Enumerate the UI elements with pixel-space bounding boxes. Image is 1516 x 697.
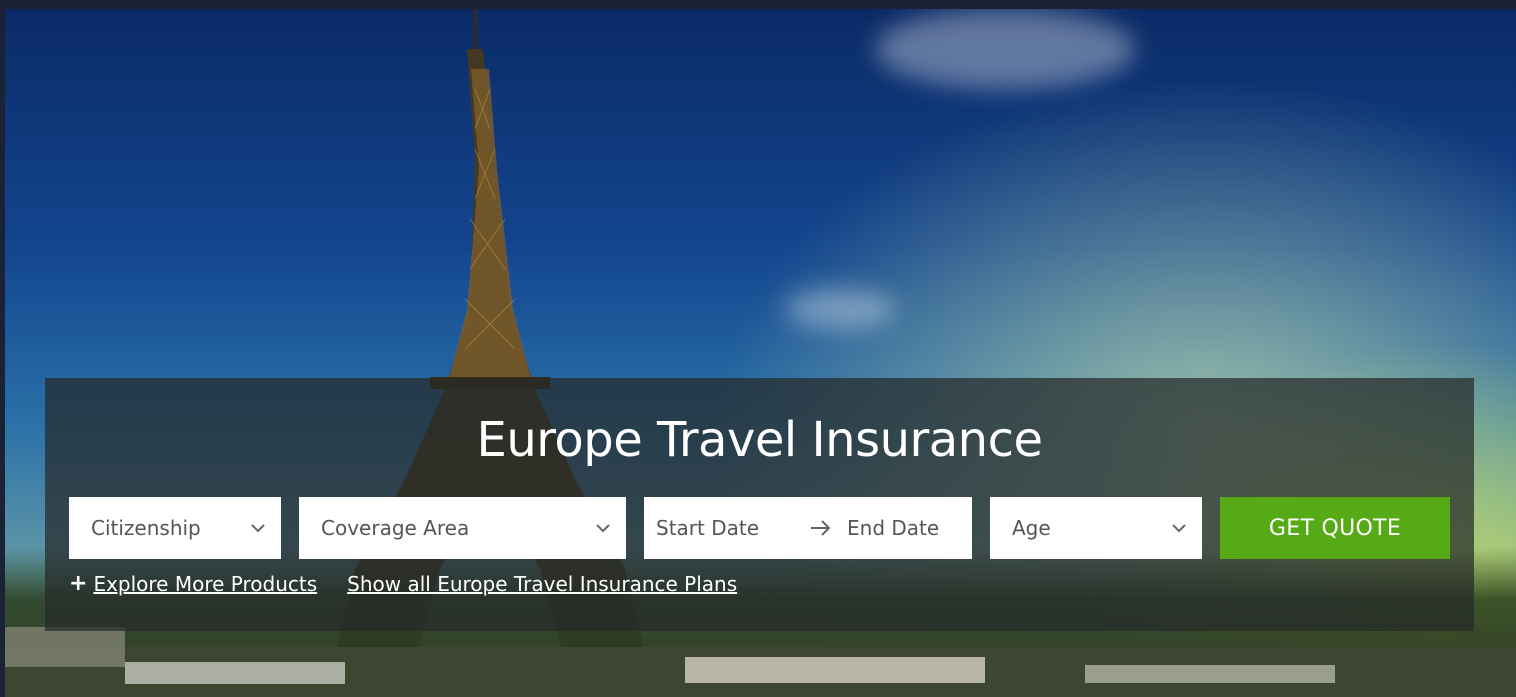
- get-quote-button[interactable]: GET QUOTE: [1220, 497, 1450, 559]
- cloud-decoration: [875, 9, 1135, 89]
- page-title: Europe Travel Insurance: [476, 412, 1044, 468]
- product-links: + Explore More Products Show all Europe …: [69, 571, 737, 596]
- end-date-field[interactable]: End Date: [847, 516, 939, 540]
- date-range-picker[interactable]: Start Date End Date: [644, 497, 972, 559]
- start-date-field[interactable]: Start Date: [656, 516, 759, 540]
- citizenship-label: Citizenship: [91, 516, 201, 540]
- coverage-area-label: Coverage Area: [321, 516, 470, 540]
- age-select[interactable]: Age: [990, 497, 1202, 559]
- show-all-plans-link[interactable]: Show all Europe Travel Insurance Plans: [347, 572, 737, 596]
- river-boats: [5, 627, 1516, 697]
- chevron-down-icon: [1172, 524, 1186, 533]
- age-label: Age: [1012, 516, 1051, 540]
- coverage-area-select[interactable]: Coverage Area: [299, 497, 626, 559]
- quote-panel: Europe Travel Insurance Citizenship Cove…: [45, 378, 1474, 631]
- plus-icon: +: [69, 571, 88, 596]
- citizenship-select[interactable]: Citizenship: [69, 497, 281, 559]
- chevron-down-icon: [596, 524, 610, 533]
- chevron-down-icon: [251, 524, 265, 533]
- explore-more-products-link[interactable]: Explore More Products: [93, 572, 317, 596]
- cloud-decoration: [785, 289, 895, 329]
- arrow-right-icon: [811, 520, 831, 536]
